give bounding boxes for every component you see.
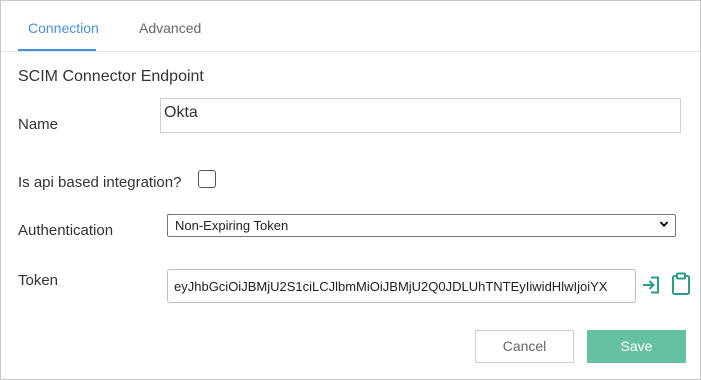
name-input[interactable]: Okta: [160, 98, 681, 133]
scim-connector-panel: Connection Advanced SCIM Connector Endpo…: [0, 0, 701, 380]
token-label: Token: [18, 272, 59, 289]
tab-connection[interactable]: Connection: [28, 20, 99, 36]
chevron-down-icon: [659, 221, 669, 228]
cancel-button[interactable]: Cancel: [475, 330, 574, 363]
api-integration-label: Is api based integration?: [18, 174, 182, 191]
section-title: SCIM Connector Endpoint: [18, 68, 204, 85]
save-button[interactable]: Save: [587, 330, 686, 363]
tab-bar: Connection Advanced: [1, 1, 700, 52]
token-input[interactable]: eyJhbGciOiJBMjU2S1ciLCJlbmMiOiJBMjU2Q0JD…: [167, 269, 636, 303]
active-tab-indicator: [18, 49, 96, 51]
authentication-label: Authentication: [18, 222, 114, 239]
name-label: Name: [18, 116, 59, 133]
api-integration-checkbox[interactable]: [198, 170, 216, 188]
authentication-selected-value: Non-Expiring Token: [175, 218, 289, 233]
authentication-select[interactable]: Non-Expiring Token: [167, 214, 676, 237]
tab-advanced[interactable]: Advanced: [139, 20, 201, 36]
insert-icon[interactable]: [641, 275, 661, 295]
clipboard-icon[interactable]: [670, 272, 692, 296]
